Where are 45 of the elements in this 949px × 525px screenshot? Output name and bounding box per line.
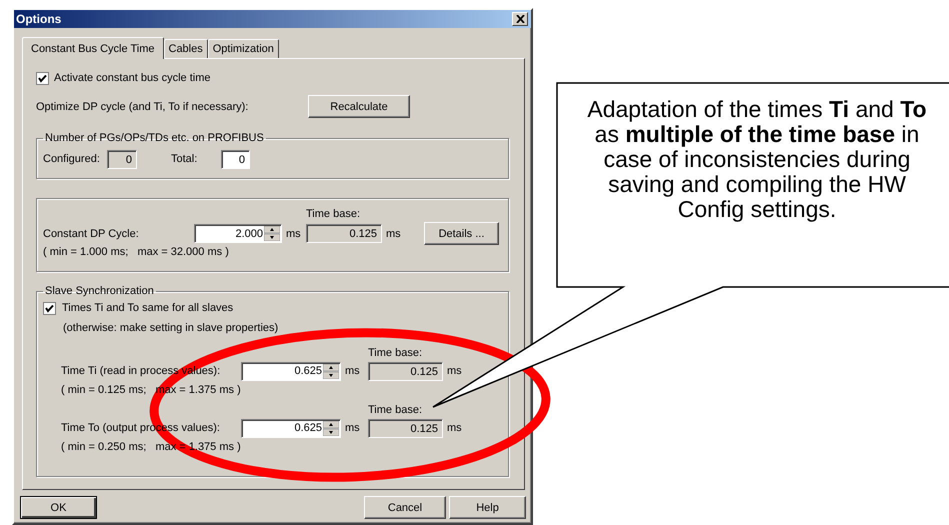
note-text: (otherwise: make setting in slave properties): [63, 321, 280, 335]
spin-field[interactable]: 2.000: [194, 224, 282, 243]
cycle-label: Constant DP Cycle:: [43, 228, 140, 240]
spinner-arrows-icon[interactable]: [323, 364, 339, 378]
unit-label: ms: [446, 422, 463, 434]
unit-label: ms: [344, 365, 361, 377]
tab[interactable]: Constant Bus Cycle Time: [22, 37, 164, 59]
time-base-label: Time base:: [306, 208, 362, 220]
callout-text: Adaptation of the times Ti and To as multiple of the time base in case of inconsistencies during saving and compiling the HW Config settings.: [586, 97, 928, 222]
group-title: Number of PGs/OPs/TDs etc. on PROFIBUS: [44, 132, 265, 144]
unit-label: ms: [385, 228, 402, 240]
range-label: ( min = 0.250 ms; max = 1.375 ms ): [61, 441, 242, 453]
window-title: Options: [16, 12, 62, 26]
range-label: ( min = 1.000 ms; max = 32.000 ms ): [43, 246, 230, 258]
recalculate-button[interactable]: Recalculate: [308, 95, 410, 118]
tab[interactable]: Cables: [164, 39, 208, 58]
tab[interactable]: Optimization: [208, 39, 279, 58]
optimize-label: Optimize DP cycle (and Ti, To if necessary):: [36, 100, 250, 112]
close-icon: [516, 15, 524, 23]
spin-field[interactable]: 0.625: [241, 362, 341, 380]
checkbox[interactable]: [43, 302, 56, 314]
time-base-field: 0.125: [368, 362, 443, 380]
dialog-button[interactable]: OK: [20, 496, 97, 519]
time-base-label: Time base:: [368, 347, 424, 359]
checkbox-label: Activate constant bus cycle time: [54, 72, 211, 84]
spinner-arrows-icon[interactable]: [323, 420, 339, 436]
group-title: Slave Synchronization: [44, 285, 155, 297]
unit-label: ms: [446, 365, 463, 377]
close-button[interactable]: [512, 12, 528, 26]
unit-label: ms: [285, 228, 302, 240]
time-base-label: Time base:: [368, 404, 424, 416]
configured-field: 0: [107, 150, 137, 168]
spinner-arrows-icon[interactable]: [264, 226, 280, 241]
checkbox[interactable]: [36, 72, 49, 84]
time-base-field: 0.125: [306, 224, 382, 243]
spin-field[interactable]: 0.625: [241, 418, 341, 438]
configured-label: Configured:: [43, 153, 101, 165]
time-base-field: 0.125: [368, 418, 443, 438]
checkbox-label: Times Ti and To same for all slaves: [62, 302, 234, 314]
dialog-button[interactable]: Help: [449, 496, 526, 519]
total-label: Total:: [171, 153, 198, 165]
unit-label: ms: [344, 422, 361, 434]
details-button[interactable]: Details ...: [424, 222, 499, 245]
dialog-button[interactable]: Cancel: [364, 496, 446, 519]
total-field[interactable]: 0: [221, 150, 250, 168]
